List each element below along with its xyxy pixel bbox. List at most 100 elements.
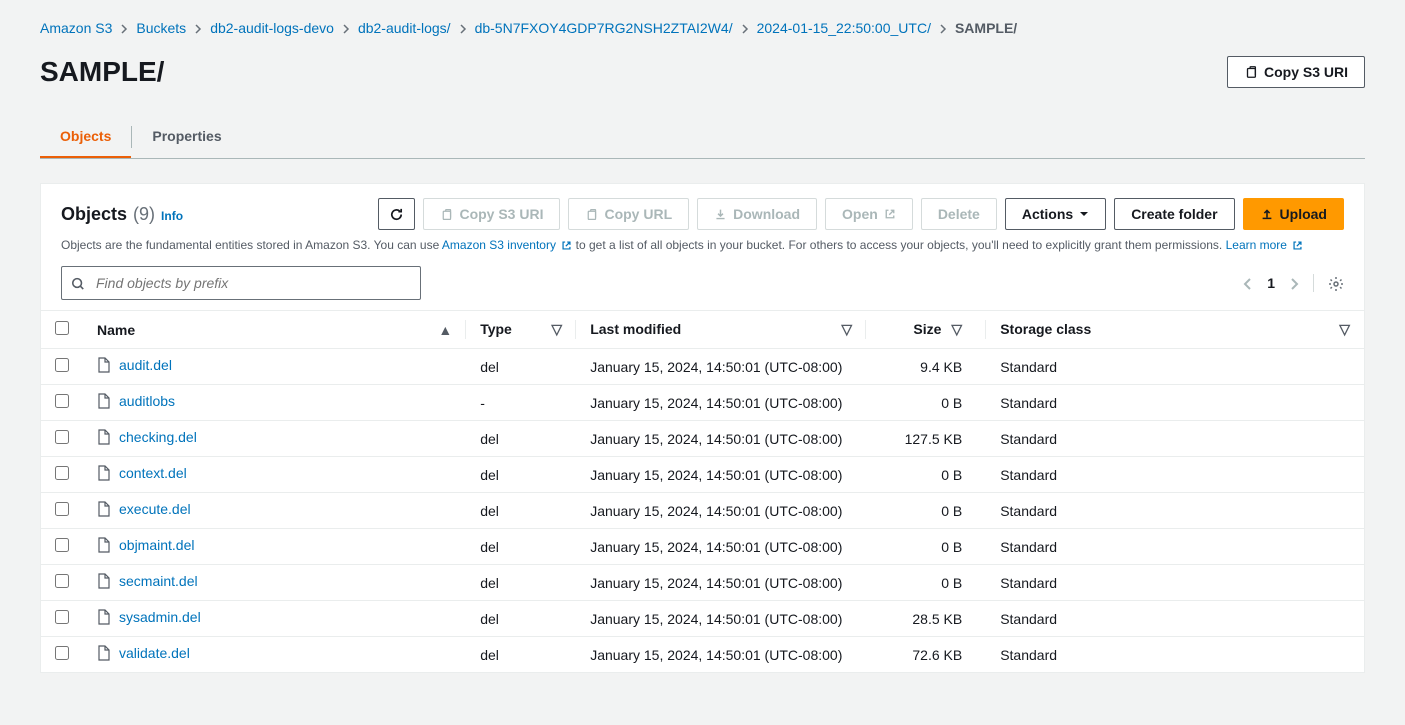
breadcrumb-link[interactable]: 2024-01-15_22:50:00_UTC/ xyxy=(757,20,931,36)
file-icon xyxy=(97,465,111,481)
upload-icon xyxy=(1260,207,1274,221)
file-icon xyxy=(97,357,111,373)
cell-storage-class: Standard xyxy=(986,421,1364,457)
breadcrumb-link[interactable]: Buckets xyxy=(136,20,186,36)
object-link[interactable]: execute.del xyxy=(97,501,191,517)
row-checkbox[interactable] xyxy=(55,394,69,408)
cell-type: del xyxy=(466,457,576,493)
breadcrumb-link[interactable]: db2-audit-logs/ xyxy=(358,20,451,36)
select-all-checkbox[interactable] xyxy=(55,321,69,335)
copy-url-button[interactable]: Copy URL xyxy=(568,198,689,230)
external-link-icon xyxy=(884,208,896,220)
object-link[interactable]: objmaint.del xyxy=(97,537,195,553)
learn-more-link[interactable]: Learn more xyxy=(1226,238,1304,252)
cell-size: 0 B xyxy=(866,493,986,529)
settings-button[interactable] xyxy=(1328,274,1344,291)
prev-page-button[interactable] xyxy=(1243,275,1253,291)
row-checkbox[interactable] xyxy=(55,358,69,372)
col-type[interactable]: Type▽ xyxy=(466,311,576,349)
copy-s3-uri-toolbar-button[interactable]: Copy S3 URI xyxy=(423,198,560,230)
download-button[interactable]: Download xyxy=(697,198,817,230)
file-icon xyxy=(97,393,111,409)
row-checkbox[interactable] xyxy=(55,646,69,660)
cell-storage-class: Standard xyxy=(986,385,1364,421)
search-input[interactable] xyxy=(61,266,421,300)
cell-storage-class: Standard xyxy=(986,529,1364,565)
object-link[interactable]: secmaint.del xyxy=(97,573,198,589)
refresh-icon xyxy=(389,207,404,222)
object-link[interactable]: auditlobs xyxy=(97,393,175,409)
cell-size: 0 B xyxy=(866,565,986,601)
copy-icon xyxy=(585,208,598,221)
object-link[interactable]: checking.del xyxy=(97,429,197,445)
sort-icon[interactable]: ▽ xyxy=(841,321,852,338)
cell-type: del xyxy=(466,349,576,385)
sort-icon[interactable]: ▽ xyxy=(551,321,562,338)
next-page-button[interactable] xyxy=(1289,275,1299,291)
refresh-button[interactable] xyxy=(378,198,415,230)
sort-icon[interactable]: ▽ xyxy=(951,321,962,338)
cell-last-modified: January 15, 2024, 14:50:01 (UTC-08:00) xyxy=(576,385,866,421)
table-row: checking.deldelJanuary 15, 2024, 14:50:0… xyxy=(41,421,1364,457)
s3-inventory-link[interactable]: Amazon S3 inventory xyxy=(442,238,572,252)
chevron-right-icon xyxy=(194,20,202,36)
actions-button[interactable]: Actions xyxy=(1005,198,1106,230)
cell-storage-class: Standard xyxy=(986,601,1364,637)
col-last-modified[interactable]: Last modified▽ xyxy=(576,311,866,349)
breadcrumb-link[interactable]: Amazon S3 xyxy=(40,20,112,36)
cell-last-modified: January 15, 2024, 14:50:01 (UTC-08:00) xyxy=(576,421,866,457)
cell-last-modified: January 15, 2024, 14:50:01 (UTC-08:00) xyxy=(576,565,866,601)
breadcrumb-link[interactable]: db2-audit-logs-devo xyxy=(210,20,334,36)
page-title: SAMPLE/ xyxy=(40,56,164,88)
search-icon xyxy=(71,275,85,291)
cell-storage-class: Standard xyxy=(986,493,1364,529)
delete-button[interactable]: Delete xyxy=(921,198,997,230)
file-icon xyxy=(97,609,111,625)
row-checkbox[interactable] xyxy=(55,466,69,480)
breadcrumb-current: SAMPLE/ xyxy=(955,20,1017,36)
file-icon xyxy=(97,429,111,445)
object-link[interactable]: sysadmin.del xyxy=(97,609,201,625)
chevron-right-icon xyxy=(741,20,749,36)
col-size[interactable]: Size▽ xyxy=(866,311,986,349)
row-checkbox[interactable] xyxy=(55,538,69,552)
upload-button[interactable]: Upload xyxy=(1243,198,1344,230)
open-button[interactable]: Open xyxy=(825,198,913,230)
cell-last-modified: January 15, 2024, 14:50:01 (UTC-08:00) xyxy=(576,601,866,637)
copy-s3-uri-button[interactable]: Copy S3 URI xyxy=(1227,56,1365,88)
table-row: execute.deldelJanuary 15, 2024, 14:50:01… xyxy=(41,493,1364,529)
cell-type: del xyxy=(466,565,576,601)
objects-panel: Objects (9) Info Copy S3 URI Copy URL xyxy=(40,183,1365,673)
file-icon xyxy=(97,573,111,589)
tab-properties[interactable]: Properties xyxy=(132,116,241,158)
table-row: validate.deldelJanuary 15, 2024, 14:50:0… xyxy=(41,637,1364,673)
sort-icon[interactable]: ▽ xyxy=(1339,321,1350,338)
cell-type: del xyxy=(466,601,576,637)
create-folder-button[interactable]: Create folder xyxy=(1114,198,1234,230)
tab-objects[interactable]: Objects xyxy=(40,116,131,158)
object-link[interactable]: audit.del xyxy=(97,357,172,373)
external-link-icon xyxy=(1292,240,1303,251)
chevron-right-icon xyxy=(120,20,128,36)
breadcrumb-link[interactable]: db-5N7FXOY4GDP7RG2NSH2ZTAI2W4/ xyxy=(475,20,733,36)
copy-icon xyxy=(1244,65,1258,79)
object-link[interactable]: context.del xyxy=(97,465,187,481)
info-link[interactable]: Info xyxy=(161,209,183,223)
table-row: secmaint.del delJanuary 15, 2024, 14:50:0… xyxy=(41,565,1364,601)
table-row: auditlobs-January 15, 2024, 14:50:01 (UT… xyxy=(41,385,1364,421)
object-link[interactable]: validate.del xyxy=(97,645,190,661)
col-storage-class[interactable]: Storage class▽ xyxy=(986,311,1364,349)
cell-storage-class: Standard xyxy=(986,637,1364,673)
sort-asc-icon[interactable]: ▲ xyxy=(438,322,452,338)
cell-last-modified: January 15, 2024, 14:50:01 (UTC-08:00) xyxy=(576,493,866,529)
file-icon xyxy=(97,645,111,661)
row-checkbox[interactable] xyxy=(55,502,69,516)
table-row: context.deldelJanuary 15, 2024, 14:50:01… xyxy=(41,457,1364,493)
table-row: sysadmin.del delJanuary 15, 2024, 14:50:0… xyxy=(41,601,1364,637)
cell-type: del xyxy=(466,529,576,565)
objects-table: Name▲ Type▽ Last modified▽ Size▽ Storage… xyxy=(41,310,1364,672)
col-name[interactable]: Name▲ xyxy=(83,311,466,349)
row-checkbox[interactable] xyxy=(55,574,69,588)
row-checkbox[interactable] xyxy=(55,430,69,444)
row-checkbox[interactable] xyxy=(55,610,69,624)
